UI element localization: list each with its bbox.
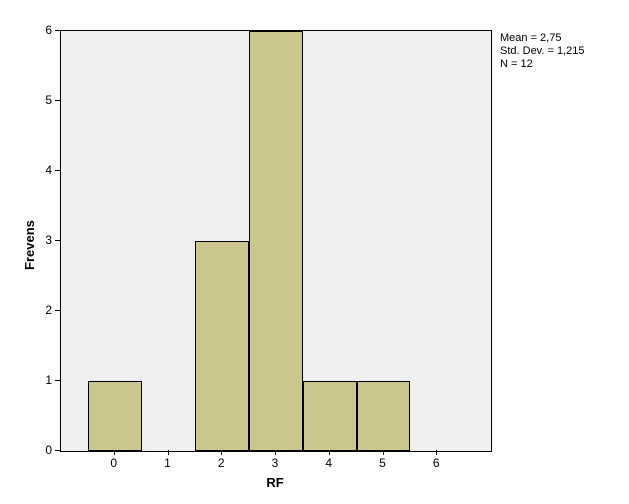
x-tick bbox=[221, 450, 222, 455]
x-tick bbox=[168, 450, 169, 455]
y-tick bbox=[55, 30, 60, 31]
y-tick-label: 6 bbox=[32, 23, 52, 37]
y-tick bbox=[55, 100, 60, 101]
y-tick-label: 1 bbox=[32, 373, 52, 387]
y-tick bbox=[55, 310, 60, 311]
x-tick-label: 1 bbox=[158, 456, 178, 470]
y-tick-label: 5 bbox=[32, 93, 52, 107]
x-tick-label: 5 bbox=[373, 456, 393, 470]
x-tick-label: 0 bbox=[104, 456, 124, 470]
y-tick-label: 0 bbox=[32, 443, 52, 457]
stats-box: Mean = 2,75 Std. Dev. = 1,215 N = 12 bbox=[500, 32, 585, 72]
x-axis-title: RF bbox=[60, 475, 490, 490]
x-tick-label: 2 bbox=[211, 456, 231, 470]
plot-area bbox=[60, 30, 492, 452]
x-tick-label: 3 bbox=[265, 456, 285, 470]
x-tick bbox=[114, 450, 115, 455]
chart-wrapper: 0123456 0123456 Frevens RF Mean = 2,75 S… bbox=[0, 0, 629, 504]
bar bbox=[249, 31, 303, 451]
x-tick-label: 4 bbox=[319, 456, 339, 470]
y-tick bbox=[55, 450, 60, 451]
bar bbox=[303, 381, 357, 451]
stat-std: Std. Dev. = 1,215 bbox=[500, 45, 585, 58]
y-tick bbox=[55, 380, 60, 381]
y-tick bbox=[55, 170, 60, 171]
x-tick bbox=[275, 450, 276, 455]
x-tick bbox=[329, 450, 330, 455]
stat-n: N = 12 bbox=[500, 58, 585, 71]
x-tick-label: 6 bbox=[426, 456, 446, 470]
y-axis-title: Frevens bbox=[22, 220, 37, 270]
x-tick bbox=[436, 450, 437, 455]
x-tick bbox=[383, 450, 384, 455]
bar bbox=[357, 381, 411, 451]
bar bbox=[195, 241, 249, 451]
y-tick-label: 4 bbox=[32, 163, 52, 177]
y-tick bbox=[55, 240, 60, 241]
y-tick-label: 2 bbox=[32, 303, 52, 317]
bar bbox=[88, 381, 142, 451]
stat-mean: Mean = 2,75 bbox=[500, 32, 585, 45]
